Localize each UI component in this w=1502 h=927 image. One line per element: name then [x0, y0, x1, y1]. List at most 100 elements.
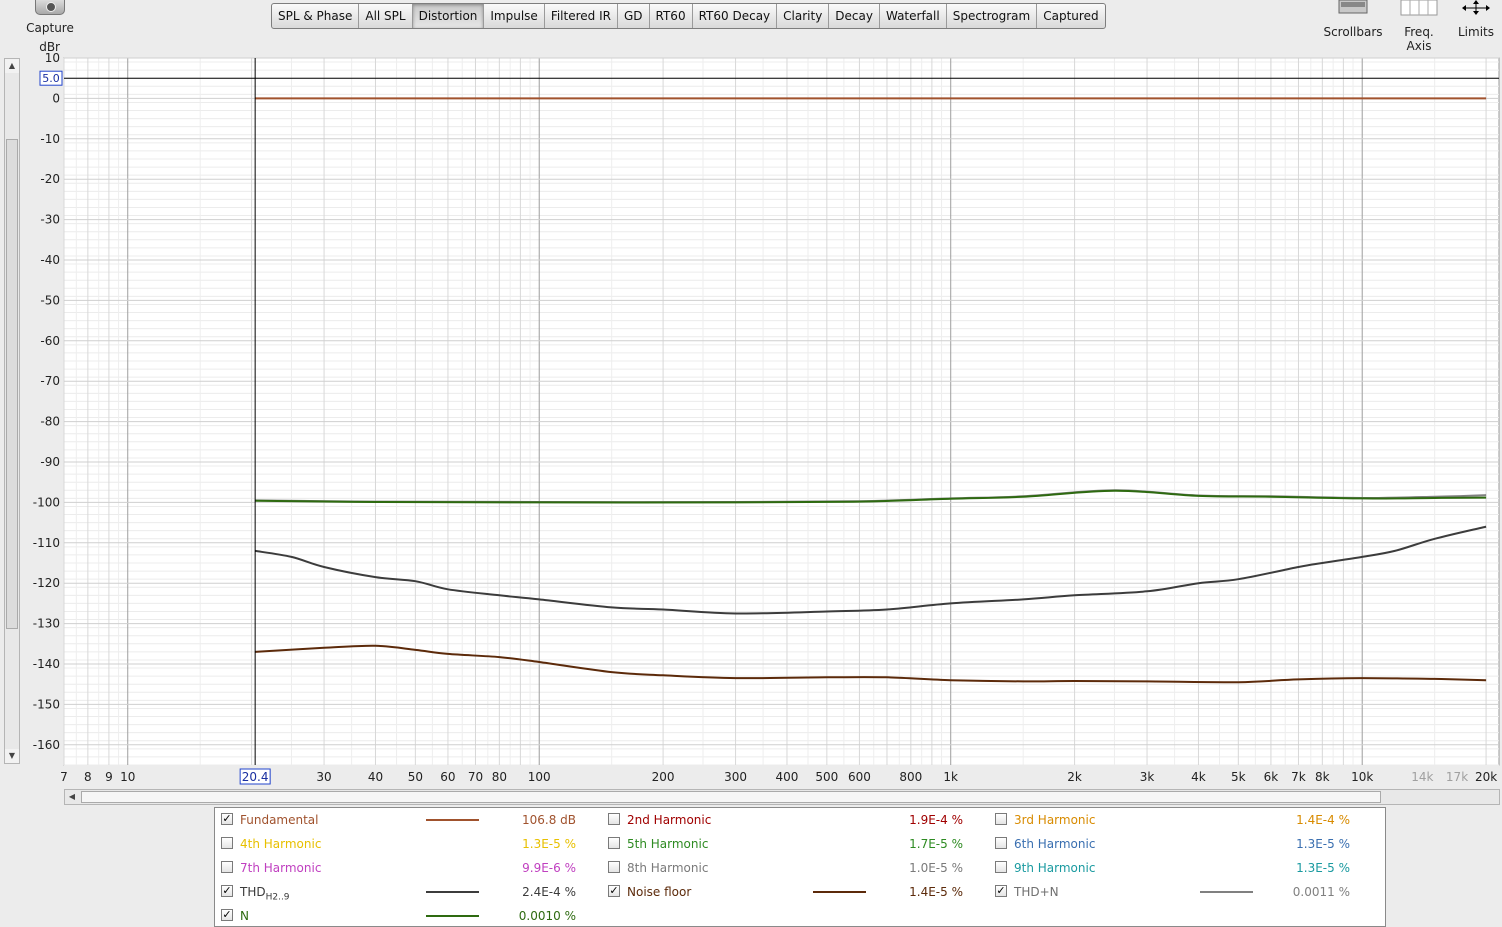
legend-checkbox-thdn[interactable]: ✓: [995, 885, 1007, 897]
plot-area[interactable]: [63, 57, 1500, 766]
capture-label: Capture: [26, 21, 74, 35]
legend-name: 2nd Harmonic: [627, 810, 711, 830]
tab-impulse[interactable]: Impulse: [484, 4, 545, 28]
legend-name-text: 8th Harmonic: [627, 861, 709, 875]
tab-rt60-decay[interactable]: RT60 Decay: [693, 4, 778, 28]
legend-item-h3: 3rd Harmonic 1.4E-4 %: [995, 810, 1365, 830]
legend-value: 2.4E-4 %: [522, 885, 576, 899]
tab-rt60[interactable]: RT60: [650, 4, 693, 28]
x-tick-label: 4k: [1191, 770, 1206, 784]
x-tick-label: 200: [652, 770, 675, 784]
tab-decay[interactable]: Decay: [829, 4, 880, 28]
legend-checkbox-h9[interactable]: [995, 861, 1007, 873]
cursor-y-readout: 5.0: [42, 72, 60, 85]
y-tick-label: -30: [40, 213, 60, 227]
legend-checkbox-noise_floor[interactable]: ✓: [608, 885, 620, 897]
legend-item-h6: 6th Harmonic 1.3E-5 %: [995, 834, 1365, 854]
legend-value: 1.4E-4 %: [1296, 813, 1350, 827]
y-tick-label: -60: [40, 334, 60, 348]
x-tick-label: 400: [776, 770, 799, 784]
tab-clarity[interactable]: Clarity: [777, 4, 830, 28]
scrollbars-label: Scrollbars: [1323, 25, 1383, 39]
legend-name-text: 9th Harmonic: [1014, 861, 1096, 875]
legend-checkbox-h5[interactable]: [608, 837, 620, 849]
legend-checkbox-h7[interactable]: [221, 861, 233, 873]
y-tick-label: -90: [40, 455, 60, 469]
capture-button[interactable]: Capture: [22, 0, 78, 38]
horizontal-scroll-thumb[interactable]: [81, 791, 1381, 803]
x-tick-label: 500: [815, 770, 838, 784]
y-tick-label: -70: [40, 374, 60, 388]
y-tick-label: -150: [33, 697, 60, 711]
y-tick-label: -110: [33, 536, 60, 550]
legend-checkbox-h8[interactable]: [608, 861, 620, 873]
legend-item-noise_floor: ✓ Noise floor 1.4E-5 %: [608, 882, 978, 902]
legend-value: 9.9E-6 %: [522, 861, 576, 875]
limits-label: Limits: [1458, 25, 1494, 39]
legend-name: 6th Harmonic: [1014, 834, 1095, 854]
freq-axis-icon: [1400, 0, 1438, 16]
legend-name-text: 6th Harmonic: [1014, 837, 1096, 851]
cursor-x-readout: 20.4: [242, 770, 269, 784]
y-tick-label: -120: [33, 576, 60, 590]
tab-waterfall[interactable]: Waterfall: [880, 4, 947, 28]
tab-spl-phase[interactable]: SPL & Phase: [272, 4, 360, 28]
legend-value: 1.3E-5 %: [522, 837, 576, 851]
scrollbars-button[interactable]: Scrollbars: [1322, 0, 1384, 39]
limits-button[interactable]: Limits: [1454, 0, 1498, 39]
legend-name: THD+N: [1014, 882, 1059, 902]
y-tick-label: -100: [33, 495, 60, 509]
legend-value: 1.3E-5 %: [1296, 861, 1350, 875]
legend-swatch: [813, 891, 866, 893]
legend-checkbox-n[interactable]: ✓: [221, 909, 233, 921]
tab-captured[interactable]: Captured: [1037, 4, 1104, 28]
legend-item-thdn: ✓ THD+N 0.0011 %: [995, 882, 1365, 902]
legend-name-text: THD+N: [1014, 885, 1059, 899]
x-tick-label: 8k: [1315, 770, 1330, 784]
tab-distortion[interactable]: Distortion: [412, 4, 485, 28]
legend-checkbox-h4[interactable]: [221, 837, 233, 849]
x-tick-label: 10k: [1351, 770, 1373, 784]
legend-item-thd: ✓ THDH2..9 2.4E-4 %: [221, 882, 591, 902]
legend-swatch: [426, 915, 479, 917]
legend-name-text: 7th Harmonic: [240, 861, 322, 875]
x-tick-label: 9: [105, 770, 113, 784]
legend-checkbox-h2[interactable]: [608, 813, 620, 825]
x-tick-label: 100: [528, 770, 551, 784]
x-tick-label: 300: [724, 770, 747, 784]
tab-all-spl[interactable]: All SPL: [359, 4, 413, 28]
horizontal-scrollbar[interactable]: ◀: [64, 789, 1500, 805]
x-tick-label: 50: [408, 770, 423, 784]
legend-item-n: ✓ N 0.0010 %: [221, 906, 591, 926]
legend-name: 7th Harmonic: [240, 858, 321, 878]
x-tick-label: 2k: [1067, 770, 1082, 784]
legend-name: Noise floor: [627, 882, 691, 902]
legend-value: 1.3E-5 %: [1296, 837, 1350, 851]
legend-checkbox-h3[interactable]: [995, 813, 1007, 825]
graph-tab-bar: SPL & Phase All SPL Distortion Impulse Filte…: [271, 3, 1106, 29]
x-tick-label: 60: [440, 770, 455, 784]
y-tick-label: -80: [40, 415, 60, 429]
legend-swatch: [426, 891, 479, 893]
x-tick-label: 3k: [1140, 770, 1155, 784]
legend-item-h9: 9th Harmonic 1.3E-5 %: [995, 858, 1365, 878]
legend-name-text: 2nd Harmonic: [627, 813, 712, 827]
legend-name: 3rd Harmonic: [1014, 810, 1095, 830]
x-tick-label: 80: [492, 770, 507, 784]
x-tick-label: 70: [468, 770, 483, 784]
legend-checkbox-thd[interactable]: ✓: [221, 885, 233, 897]
x-tick-label: 30: [316, 770, 331, 784]
tab-filtered-ir[interactable]: Filtered IR: [545, 4, 618, 28]
distortion-chart[interactable]: 100-10-20-30-40-50-60-70-80-90-100-110-1…: [0, 38, 1502, 788]
legend-name-text: THD: [240, 885, 266, 899]
y-tick-label: -10: [40, 132, 60, 146]
legend-name-text: N: [240, 909, 249, 923]
legend-checkbox-fundamental[interactable]: ✓: [221, 813, 233, 825]
tab-spectrogram[interactable]: Spectrogram: [947, 4, 1038, 28]
legend-value: 0.0010 %: [518, 909, 576, 923]
legend-value: 106.8 dB: [521, 813, 576, 827]
tab-gd[interactable]: GD: [618, 4, 650, 28]
legend-checkbox-h6[interactable]: [995, 837, 1007, 849]
x-tick-label: 8: [84, 770, 92, 784]
scroll-left-icon[interactable]: ◀: [65, 790, 79, 804]
